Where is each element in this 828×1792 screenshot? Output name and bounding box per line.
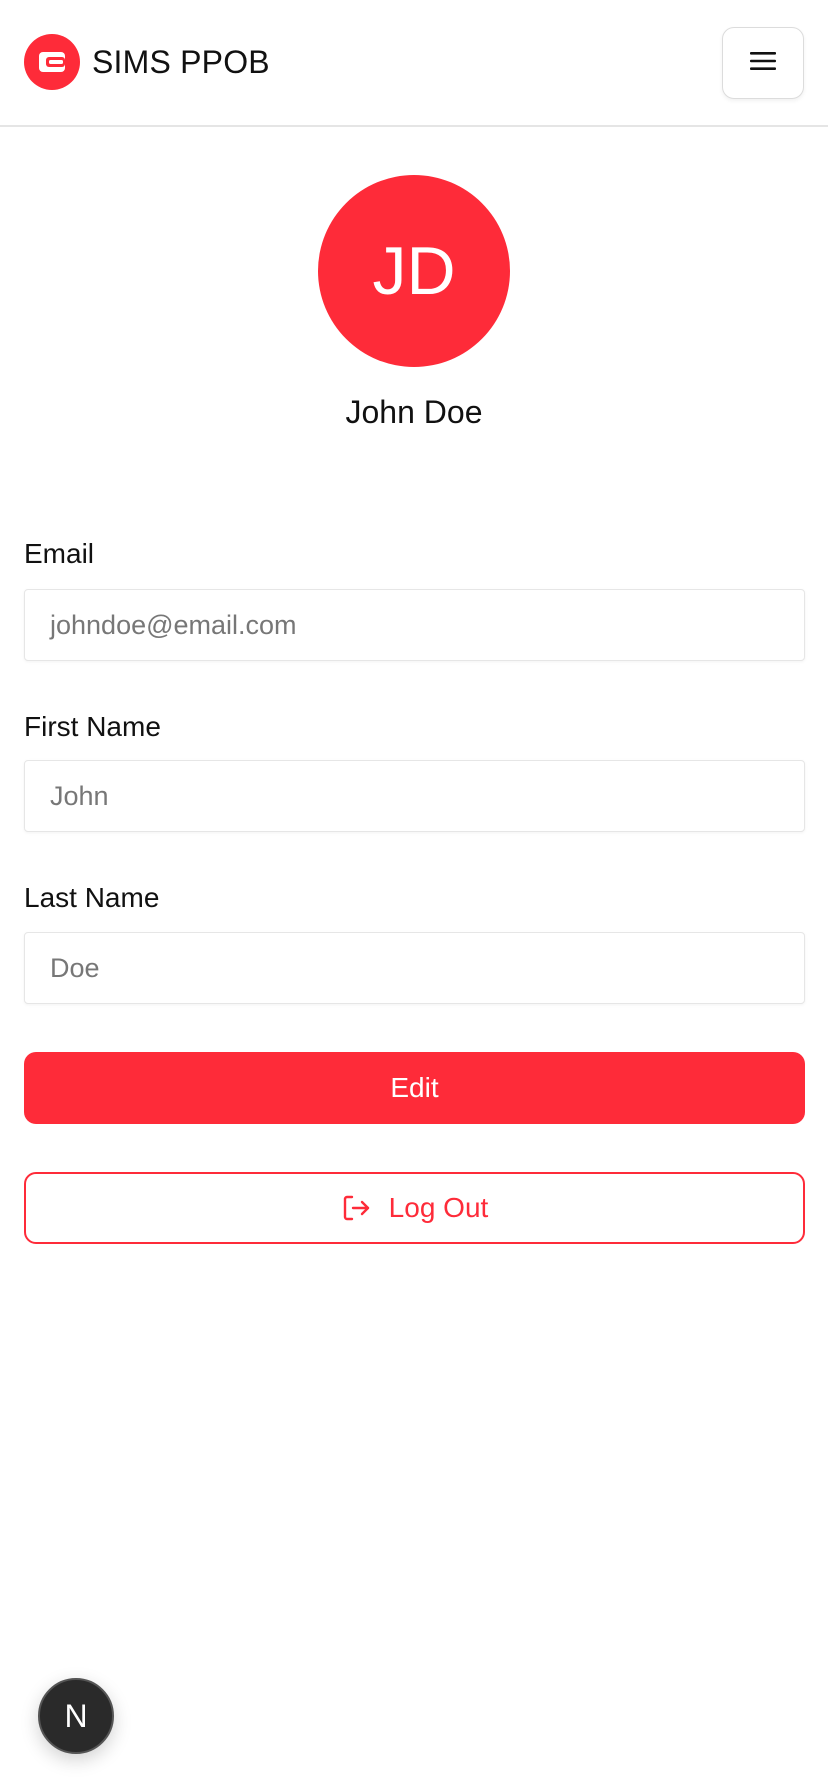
first-name-label: First Name [24,711,161,742]
first-name-field[interactable]: John [24,760,805,832]
avatar-initials: JD [372,233,456,309]
wallet-icon [24,34,80,90]
email-placeholder: johndoe@email.com [50,609,297,640]
brand-name: SIMS PPOB [92,43,270,80]
logout-button[interactable]: Log Out [24,1172,805,1244]
email-label: Email [24,538,95,569]
top-navbar: SIMS PPOB [0,0,828,127]
last-name-label: Last Name [24,882,160,913]
last-name-placeholder: Doe [50,952,100,983]
last-name-field[interactable]: Doe [24,932,805,1004]
edit-button[interactable]: Edit [24,1052,805,1124]
dev-badge-letter: N [64,1697,88,1734]
email-field[interactable]: johndoe@email.com [24,589,805,661]
hamburger-menu-icon [749,50,777,77]
menu-button[interactable] [722,27,804,99]
logout-button-label: Log Out [388,1192,489,1223]
profile-page: SIMS PPOB JD John Doe Email johndoe@emai… [0,0,828,1792]
logout-icon [341,1193,371,1223]
brand[interactable]: SIMS PPOB [24,34,270,90]
profile-name: John Doe [345,394,483,430]
dev-tools-badge[interactable]: N [38,1678,114,1754]
avatar[interactable]: JD [318,175,510,367]
first-name-placeholder: John [50,780,109,811]
edit-button-label: Edit [390,1072,439,1103]
